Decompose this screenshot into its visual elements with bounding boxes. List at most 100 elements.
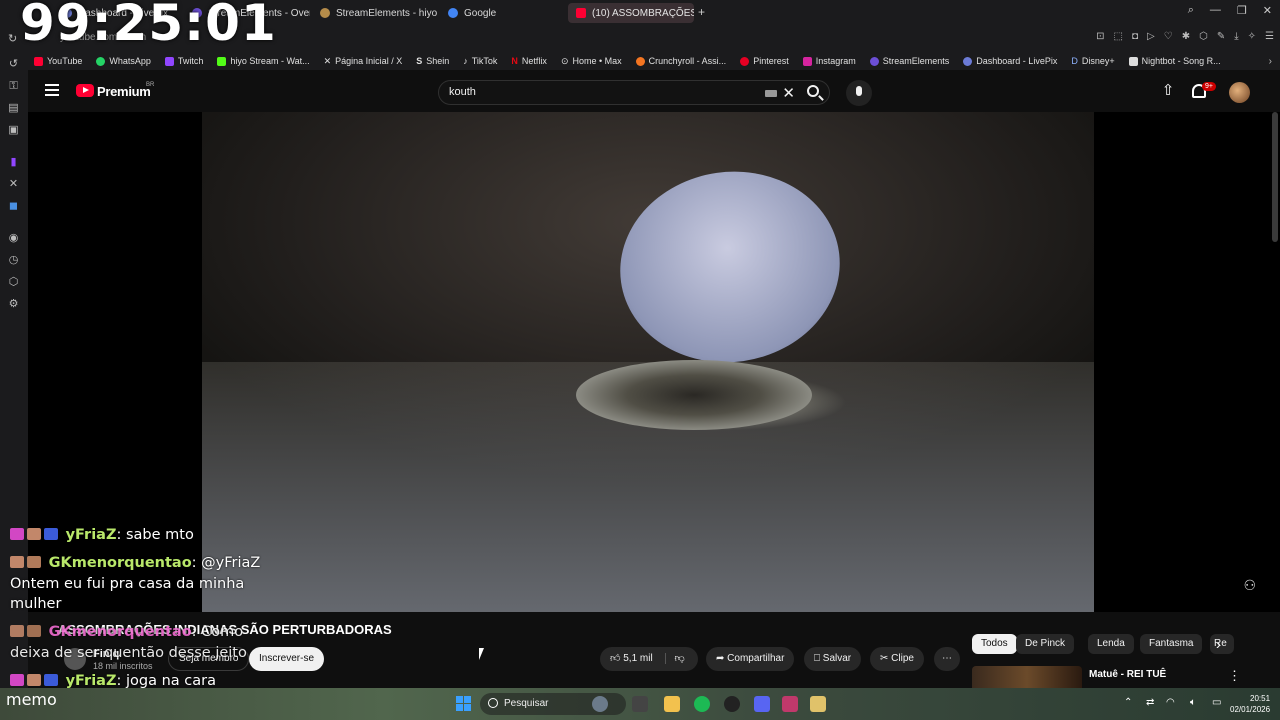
messenger-icon[interactable]: ▣: [7, 124, 20, 137]
bookmark-netflix[interactable]: N Netflix: [511, 56, 547, 66]
bookmark-max[interactable]: ⊙ Home • Max: [561, 56, 622, 67]
bookmark-label: Nightbot - Song R...: [1141, 56, 1221, 66]
tab-label: (10) ASSOMBRAÇÕES INDI...: [592, 7, 694, 19]
play-icon[interactable]: ▷: [1147, 31, 1155, 42]
wallet-icon[interactable]: ⚿: [7, 80, 20, 93]
search-value[interactable]: kouth: [449, 86, 476, 98]
task-view-icon[interactable]: [632, 696, 648, 712]
share-button[interactable]: ➦ Compartilhar: [706, 647, 795, 671]
minimize-icon[interactable]: —: [1210, 4, 1221, 17]
heart-icon[interactable]: ♡: [1164, 31, 1173, 42]
spotify-icon[interactable]: [694, 696, 710, 712]
download-icon[interactable]: ⤓: [1234, 31, 1238, 42]
obs-icon[interactable]: [724, 696, 740, 712]
bookmark-crunchyroll[interactable]: Crunchyroll - Assi...: [635, 56, 727, 66]
search-input[interactable]: kouth ✕: [438, 80, 830, 105]
bookmark-x[interactable]: ✕ Página Inicial / X: [324, 56, 403, 67]
voice-search-button[interactable]: [846, 80, 872, 106]
dislike-button[interactable]: 👎︎: [665, 653, 685, 664]
youtube-logo-icon[interactable]: [76, 84, 94, 97]
avatar[interactable]: [1229, 82, 1250, 103]
save-button[interactable]: ⎕ Salvar: [804, 647, 862, 671]
menu-icon[interactable]: ☰: [1265, 31, 1274, 42]
bookmark-label: Crunchyroll - Assi...: [648, 56, 727, 66]
search-button[interactable]: [796, 80, 832, 105]
bookmark-whatsapp[interactable]: WhatsApp: [96, 56, 151, 66]
chip-todos[interactable]: Todos: [972, 634, 1017, 654]
opera-browser-icon[interactable]: [782, 696, 798, 712]
bookmarks-overflow-icon[interactable]: ›: [1269, 56, 1272, 67]
chip-more[interactable]: Re: [1210, 634, 1234, 654]
bookmark-streamelements[interactable]: StreamElements: [869, 56, 949, 66]
emote-badge-icon: [27, 528, 41, 540]
chip-de-pinck[interactable]: De Pinck: [1016, 634, 1075, 654]
extension-icon[interactable]: ✱: [1182, 31, 1190, 42]
star-badge-icon: [44, 674, 58, 686]
bookmark-kick[interactable]: hiyo Stream - Wat...: [217, 56, 310, 66]
reload-icon[interactable]: ↻: [8, 32, 17, 45]
hamburger-menu-icon[interactable]: [45, 84, 59, 96]
like-button[interactable]: 👍︎ 5,1 mil: [610, 653, 653, 664]
history-icon[interactable]: ↺: [7, 58, 20, 71]
close-window-icon[interactable]: ✕: [1263, 4, 1272, 17]
bookmark-twitch[interactable]: Twitch: [164, 56, 203, 66]
windows-start-icon[interactable]: [456, 696, 471, 711]
upload-icon[interactable]: ⇧: [1160, 83, 1176, 99]
bookmark-instagram[interactable]: Instagram: [802, 56, 856, 66]
bookmark-icon[interactable]: ⊡: [1096, 31, 1104, 42]
twitch-icon[interactable]: ▮: [7, 156, 20, 169]
bookmark-youtube[interactable]: YouTube: [34, 56, 82, 66]
x-icon[interactable]: ✕: [7, 178, 20, 191]
bookmark-pinterest[interactable]: Pinterest: [740, 56, 789, 66]
bookmark-disney[interactable]: D Disney+: [1071, 56, 1114, 66]
shield-icon[interactable]: ◘: [1132, 31, 1138, 42]
youtube-brand[interactable]: Premium: [97, 84, 151, 99]
chip-fantasma[interactable]: Fantasma: [1140, 634, 1203, 654]
widget-icon[interactable]: [592, 696, 608, 712]
search-tabs-icon[interactable]: ⌕: [1188, 4, 1194, 17]
page-scrollbar[interactable]: [1272, 112, 1278, 242]
app-icon[interactable]: [810, 696, 826, 712]
chip-lenda[interactable]: Lenda: [1088, 634, 1134, 654]
tab-youtube-active[interactable]: (10) ASSOMBRAÇÕES INDI...: [568, 3, 694, 23]
news-icon[interactable]: ▤: [7, 102, 20, 115]
tray-chevron-icon[interactable]: ⌃: [1124, 697, 1132, 708]
bookmark-tiktok[interactable]: ♪ TikTok: [463, 56, 497, 66]
clear-search-icon[interactable]: ✕: [782, 84, 795, 102]
extensions-icon[interactable]: ⬡: [7, 276, 20, 289]
more-actions-button[interactable]: ⋯: [934, 647, 960, 671]
system-clock[interactable]: 20:51 02/01/2026: [1230, 693, 1270, 715]
chevron-right-icon[interactable]: ›: [1216, 636, 1221, 652]
maximize-icon[interactable]: ❐: [1237, 4, 1247, 17]
recommendation-thumbnail[interactable]: [972, 666, 1082, 688]
discord-icon[interactable]: [754, 696, 770, 712]
network-icon[interactable]: ⇄: [1146, 697, 1154, 708]
video-player[interactable]: ⚇: [28, 112, 1280, 612]
bookmark-nightbot[interactable]: Nightbot - Song R...: [1128, 56, 1221, 66]
wifi-icon[interactable]: ◠: [1166, 697, 1175, 708]
volume-icon[interactable]: 🔈︎: [1190, 697, 1196, 708]
recommendation-title[interactable]: Matuê - REI TUÊ: [1089, 669, 1166, 680]
keyboard-icon[interactable]: [765, 90, 777, 97]
clip-button[interactable]: ✂ Clipe: [870, 647, 924, 671]
screenshot-icon[interactable]: ⬚: [1114, 31, 1123, 42]
bookmark-label: Home • Max: [572, 56, 622, 66]
battery-icon[interactable]: ▭: [1212, 697, 1221, 708]
chat-text: deixa de ser quentão desse jeito: [10, 645, 247, 661]
bookmark-livepix[interactable]: Dashboard - LivePix: [963, 56, 1057, 66]
subscribe-button[interactable]: Inscrever-se: [249, 647, 325, 671]
clock-icon[interactable]: ◷: [7, 254, 20, 267]
file-explorer-icon[interactable]: [664, 696, 680, 712]
edit-icon[interactable]: ✎: [1217, 31, 1225, 42]
player-icon[interactable]: ◉: [7, 232, 20, 245]
app-icon[interactable]: ◼: [7, 200, 20, 213]
recommendation-more-icon[interactable]: ⋮: [1228, 668, 1241, 684]
puzzle-icon[interactable]: ⬡: [1199, 31, 1208, 42]
settings-icon[interactable]: ⚙: [7, 298, 20, 311]
shein-icon: S: [416, 56, 423, 66]
tab-google[interactable]: Google: [440, 3, 566, 23]
bookmark-shein[interactable]: S Shein: [416, 56, 449, 66]
new-tab-button[interactable]: +: [698, 5, 705, 19]
tab-streamelements-hiyo[interactable]: StreamElements - hiyo: [312, 3, 438, 23]
ai-icon[interactable]: ✧: [1248, 31, 1256, 42]
